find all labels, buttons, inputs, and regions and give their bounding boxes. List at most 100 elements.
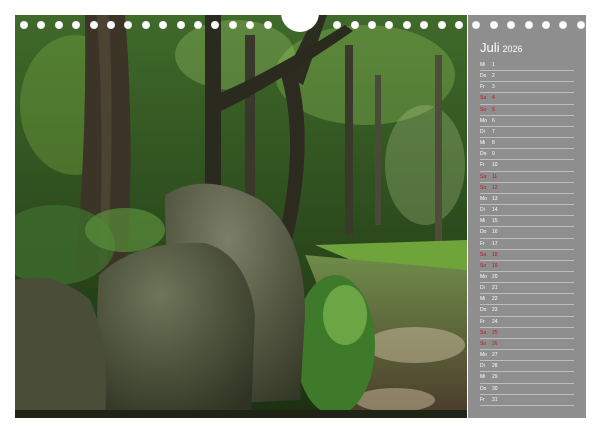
day-row: Mo 13 [480,194,574,206]
weekday-label: Mo [480,117,487,124]
day-row: Fr 24 [480,317,574,328]
weekday-label: Di [480,363,485,370]
weekday-label: Mo [480,352,487,359]
binding-hole [89,21,98,29]
binding-hole [37,21,46,29]
day-number: 19 [492,262,498,269]
binding-hole [228,21,237,29]
day-number: 31 [492,396,498,403]
day-number: 25 [492,329,498,336]
day-row: Do 23 [480,305,574,317]
day-row: Do 9 [480,149,574,161]
day-number: 21 [492,285,498,292]
binding-hole [472,21,481,29]
weekday-label: Fr [480,240,485,247]
binding-hole [263,21,272,29]
day-number: 9 [492,151,495,158]
forest-scene [15,15,467,418]
day-row: Mo 6 [480,116,574,127]
weekday-label: Do [480,151,487,158]
weekday-label: So [480,184,487,191]
weekday-label: Fr [480,162,485,169]
binding-hole [159,21,168,29]
day-number: 30 [492,385,498,392]
binding-hole [72,21,81,29]
weekday-label: Mi [480,296,486,303]
day-number: 12 [492,184,498,191]
weekday-label: Sa [480,251,487,258]
binding-hole [524,21,533,29]
day-row: Fr 10 [480,160,574,172]
binding-hole [559,21,568,29]
day-list: Mi 1 Do 2 Fr 3 Sa 4 So 5 Mo 6 Di 7 Mi 8 Do 9 Fr 10 Sa 11 So 12 M… [480,60,574,406]
day-row: Mi 8 [480,138,574,150]
binding-hole [402,21,411,29]
day-row: Mi 29 [480,372,574,384]
day-row: Fr 17 [480,239,574,250]
day-number: 16 [492,229,498,236]
binding-hole [542,21,550,29]
day-row: Fr 3 [480,82,574,94]
weekday-label: Mi [480,218,486,225]
weekday-label: Mo [480,273,487,280]
day-row: So 12 [480,183,574,194]
calendar-panel: Juli 2026 Mi 1 Do 2 Fr 3 Sa 4 So 5 Mo 6 Di 7 Mi 8 Do 9 Fr 10… [468,15,586,418]
day-row: So 26 [480,339,574,351]
day-row: Di 14 [480,205,574,217]
binding-hole [54,21,63,29]
binding-hole [176,21,185,29]
weekday-label: So [480,262,487,269]
day-number: 23 [492,307,498,314]
day-number: 14 [492,207,498,214]
day-row: Sa 4 [480,93,574,105]
weekday-label: Di [480,128,485,135]
day-number: 17 [492,240,498,247]
year-label: 2026 [502,44,523,54]
binding-hole [368,21,376,29]
weekday-label: Do [480,385,487,392]
forest-megalith-photo [15,15,467,418]
day-number: 1 [492,62,495,68]
day-number: 24 [492,318,498,325]
binding-hole [141,21,150,29]
day-row: So 19 [480,261,574,272]
weekday-label: Do [480,229,487,236]
day-number: 5 [492,106,495,113]
day-number: 3 [492,84,495,91]
weekday-label: Mo [480,195,487,202]
weekday-label: So [480,106,487,113]
weekday-label: Mi [480,140,486,147]
day-row: Do 30 [480,384,574,395]
month-header: Juli 2026 [480,39,523,57]
day-number: 10 [492,162,498,169]
weekday-label: So [480,340,487,347]
day-row: Fr 31 [480,395,574,406]
day-number: 26 [492,340,498,347]
binding-hole [333,21,342,29]
binding-hole [124,21,133,29]
binding-hole [350,21,359,29]
day-number: 22 [492,296,498,303]
day-number: 2 [492,73,495,80]
weekday-label: Sa [480,173,487,180]
day-row: Sa 25 [480,328,574,339]
day-number: 27 [492,352,498,359]
weekday-label: Di [480,285,485,292]
binding-hole [194,21,202,29]
weekday-label: Sa [480,329,487,336]
day-row: Mi 1 [480,60,574,72]
day-row: Mi 15 [480,216,574,228]
day-row: Sa 18 [480,250,574,261]
binding-hole [385,21,394,29]
binding-hole [20,21,28,29]
binding-hole [489,21,498,29]
binding-hole [576,21,585,29]
day-row: Mo 27 [480,350,574,362]
binding-hole [211,21,220,29]
binding-hole [507,21,516,29]
day-row: Di 21 [480,283,574,295]
day-number: 6 [492,117,495,124]
binding-hole [437,21,446,29]
weekday-label: Do [480,73,487,80]
binding-hole [246,21,255,29]
